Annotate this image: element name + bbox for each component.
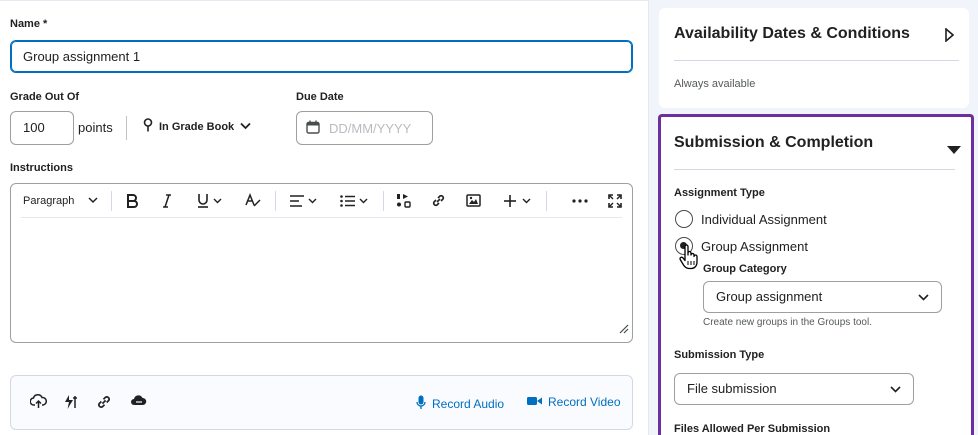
paragraph-label: Paragraph: [23, 194, 75, 207]
align-icon[interactable]: [290, 184, 317, 217]
name-input[interactable]: Group assignment 1: [10, 40, 633, 73]
submission-title: Submission & Completion: [674, 134, 874, 151]
radio-button[interactable]: [675, 210, 693, 228]
clear-format-icon[interactable]: [245, 184, 261, 217]
cloud-icon[interactable]: [130, 394, 147, 413]
record-video-button[interactable]: Record Video: [527, 395, 621, 409]
assignment-type-label: Assignment Type: [674, 187, 765, 199]
submission-divider: [674, 169, 955, 170]
grade-out-of-input[interactable]: 100: [10, 111, 74, 145]
availability-title: Availability Dates & Conditions: [674, 25, 910, 42]
radio-label: Group Assignment: [701, 238, 808, 254]
bold-icon[interactable]: [126, 184, 138, 217]
tools-icon[interactable]: [63, 394, 79, 415]
in-grade-book-label: In Grade Book: [159, 120, 235, 133]
submission-type-value: File submission: [687, 381, 777, 396]
main-form-panel: Name * Group assignment 1 Grade Out Of 1…: [0, 0, 648, 435]
toolbar-divider: [383, 191, 384, 211]
submission-card: Submission & Completion Assignment Type …: [658, 114, 974, 435]
video-camera-icon: [527, 395, 542, 409]
instructions-label: Instructions: [10, 162, 73, 174]
expand-arrow-icon[interactable]: [945, 27, 955, 47]
paragraph-format-select[interactable]: Paragraph: [23, 184, 98, 217]
submission-type-label: Submission Type: [674, 349, 765, 361]
record-audio-label: Record Audio: [432, 397, 505, 411]
plus-icon[interactable]: [504, 184, 531, 217]
collapse-arrow-icon[interactable]: [947, 141, 961, 159]
group-category-value: Group assignment: [716, 289, 823, 304]
chevron-down-icon: [890, 374, 901, 415]
underline-icon[interactable]: [197, 184, 222, 217]
availability-card[interactable]: Availability Dates & Conditions Always a…: [659, 8, 969, 108]
settings-sidebar: Availability Dates & Conditions Always a…: [648, 0, 978, 435]
record-video-label: Record Video: [548, 395, 621, 409]
more-icon[interactable]: [572, 184, 588, 217]
group-category-label: Group Category: [703, 263, 787, 275]
upload-icon[interactable]: [29, 393, 47, 414]
chevron-down-icon: [88, 195, 98, 207]
editor-toolbar: Paragraph: [11, 184, 632, 217]
divider: [126, 116, 127, 140]
pin-icon: [143, 118, 153, 135]
link-icon[interactable]: [96, 394, 112, 415]
italic-icon[interactable]: [162, 184, 172, 217]
instructions-editor[interactable]: Paragraph: [10, 183, 633, 343]
insert-stuff-icon[interactable]: [396, 184, 411, 217]
due-date-input[interactable]: DD/MM/YYYY: [296, 111, 433, 145]
files-allowed-label: Files Allowed Per Submission: [674, 423, 831, 435]
attachments-bar: Record Audio Record Video: [10, 375, 633, 430]
assignment-editor: Name * Group assignment 1 Grade Out Of 1…: [0, 0, 978, 435]
image-icon[interactable]: [466, 184, 481, 217]
chevron-down-icon: [240, 121, 251, 133]
link-icon[interactable]: [431, 184, 446, 217]
grade-label: Grade Out Of: [10, 91, 80, 103]
toolbar-divider: [546, 191, 547, 211]
due-date-placeholder: DD/MM/YYYY: [329, 120, 412, 136]
fullscreen-icon[interactable]: [608, 184, 622, 217]
hand-cursor-icon: [678, 244, 700, 275]
group-category-select[interactable]: Group assignment: [703, 281, 942, 313]
chevron-down-icon: [918, 282, 929, 323]
toolbar-divider: [275, 191, 276, 211]
radio-label: Individual Assignment: [701, 211, 827, 227]
in-grade-book-menu[interactable]: In Grade Book: [143, 118, 251, 135]
points-label: points: [78, 120, 113, 135]
microphone-icon: [416, 395, 426, 413]
record-audio-button[interactable]: Record Audio: [416, 395, 504, 413]
radio-individual-assignment[interactable]: Individual Assignment: [675, 210, 827, 228]
group-hint: Create new groups in the Groups tool.: [703, 317, 872, 328]
submission-type-select[interactable]: File submission: [674, 373, 914, 405]
toolbar-divider: [111, 191, 112, 211]
name-label: Name *: [10, 18, 48, 30]
availability-subtitle: Always available: [674, 78, 756, 90]
due-date-label: Due Date: [296, 91, 344, 103]
list-icon[interactable]: [340, 184, 368, 217]
resize-handle-icon[interactable]: [619, 321, 629, 339]
availability-divider: [674, 60, 959, 61]
toolbar-underline: [21, 217, 622, 218]
calendar-icon: [306, 120, 320, 137]
